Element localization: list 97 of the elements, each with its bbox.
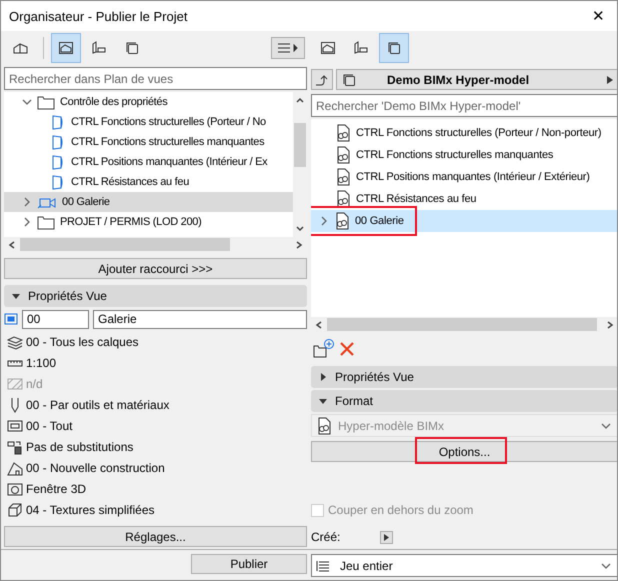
section-header[interactable]: Propriétés Vue <box>311 366 617 388</box>
section-title: Propriétés Vue <box>28 289 107 303</box>
plan-icon <box>320 40 336 56</box>
tree-item[interactable]: CTRL Fonctions structurelles (Porteur / No <box>4 112 293 132</box>
property-value[interactable]: 00 - Tout <box>26 418 72 432</box>
chevron-icon[interactable] <box>319 216 329 226</box>
item-label: Contrôle des propriétés <box>60 96 168 108</box>
scope-value: Jeu entier <box>340 558 394 572</box>
up-arrow-icon <box>315 74 329 86</box>
item-label: 00 Galerie <box>62 196 110 208</box>
sheet-icon <box>353 40 369 56</box>
checkbox-label: Couper en dehors du zoom <box>328 503 474 517</box>
override-icon <box>7 438 23 454</box>
hatch-icon <box>7 376 23 392</box>
scroll-left-icon[interactable] <box>315 320 323 328</box>
scrollbar-thumb[interactable] <box>294 122 306 166</box>
property-value[interactable]: Fenêtre 3D <box>26 482 86 496</box>
property-value[interactable]: 00 - Nouvelle construction <box>26 460 165 474</box>
section-header[interactable]: Format <box>311 390 617 412</box>
menu-button[interactable] <box>271 37 305 59</box>
tree-item[interactable]: CTRL Fonctions structurelles manquantes <box>311 144 617 166</box>
tree-item[interactable]: PROJET / PERMIS (LOD 200) <box>4 212 293 232</box>
property-value[interactable]: 1:100 <box>26 356 56 370</box>
options-button[interactable]: Options... <box>311 441 617 462</box>
section-header[interactable]: Propriétés Vue <box>4 285 307 307</box>
property-value[interactable]: 00 - Tous les calques <box>26 334 139 348</box>
tree-item[interactable]: CTRL Fonctions structurelles manquantes <box>4 132 293 152</box>
tree-item[interactable]: CTRL Résistances au feu <box>311 188 617 210</box>
add-shortcut-button[interactable]: Ajouter raccourci >>> <box>4 258 307 279</box>
scroll-right-icon[interactable] <box>295 240 303 248</box>
property-value[interactable]: Pas de substitutions <box>26 440 134 454</box>
search-field[interactable]: Rechercher dans Plan de vues <box>4 67 307 90</box>
item-label: CTRL Fonctions structurelles (Porteur / No <box>71 116 266 128</box>
triangle-icon <box>319 397 327 405</box>
publish-button[interactable]: Publier <box>191 554 307 574</box>
settings-button[interactable]: Réglages... <box>4 526 307 547</box>
item-label: PROJET / PERMIS (LOD 200) <box>60 216 202 228</box>
up-button[interactable] <box>311 69 333 90</box>
document-link-icon <box>335 146 351 164</box>
folder-icon <box>37 94 55 110</box>
scrollbar-thumb[interactable] <box>327 318 597 331</box>
property-value[interactable]: 04 - Textures simplifiées <box>26 502 154 516</box>
tree-item[interactable]: 00 Galerie <box>4 192 293 212</box>
delete-icon[interactable] <box>338 340 356 358</box>
window-title: Organisateur - Publier le Projet <box>9 8 188 24</box>
menu-icon <box>277 42 299 54</box>
camera-icon <box>7 480 23 496</box>
caret-icon <box>607 76 613 84</box>
stack-icon <box>124 40 140 56</box>
tree-item[interactable]: Contrôle des propriétés <box>4 92 293 112</box>
sheet-icon <box>91 40 107 56</box>
house-icon <box>7 460 23 476</box>
item-label: CTRL Résistances au feu <box>71 176 190 188</box>
chevron-icon[interactable] <box>22 97 32 107</box>
list-icon <box>316 560 330 572</box>
stack-icon <box>386 40 402 56</box>
document-link-icon <box>335 124 351 142</box>
document-link-icon <box>335 190 351 208</box>
cube-icon <box>7 502 23 518</box>
triangle-icon <box>12 292 20 300</box>
scope-dropdown[interactable]: Jeu entier <box>311 554 617 577</box>
section-title: Format <box>335 394 374 408</box>
toolbar-button[interactable] <box>379 33 409 63</box>
toolbar-button[interactable] <box>51 33 81 63</box>
plan-icon <box>58 40 74 56</box>
property-value[interactable]: 00 - Par outils et matériaux <box>26 398 170 412</box>
triangle-icon <box>319 373 327 381</box>
frame-icon <box>7 418 23 434</box>
id-field[interactable]: 00 <box>22 310 89 328</box>
new-folder-icon[interactable] <box>313 339 335 359</box>
scroll-left-icon[interactable] <box>8 240 16 248</box>
scrollbar-thumb[interactable] <box>20 238 230 251</box>
close-button[interactable]: ✕ <box>588 7 609 25</box>
chevron-icon[interactable] <box>601 560 611 570</box>
expand-button[interactable] <box>380 530 394 544</box>
item-label: CTRL Positions manquantes (Intérieur / Ex <box>71 156 268 168</box>
section-title: Propriétés Vue <box>335 370 414 384</box>
tree-item[interactable]: CTRL Positions manquantes (Intérieur / Ex <box>4 152 293 172</box>
document-link-icon <box>335 168 351 186</box>
created-label: Créé: <box>311 530 340 544</box>
item-label: CTRL Fonctions structurelles manquantes <box>71 136 264 148</box>
path-button[interactable]: Demo BIMx Hyper-model <box>336 69 617 90</box>
name-field[interactable]: Galerie <box>93 310 307 328</box>
tree-item[interactable]: CTRL Fonctions structurelles (Porteur / Non-porteur) <box>311 122 617 144</box>
folder-icon <box>37 214 55 230</box>
caret-icon <box>384 534 390 540</box>
scroll-up-icon[interactable] <box>296 96 304 104</box>
document-link-icon <box>334 212 350 230</box>
scroll-right-icon[interactable] <box>606 320 614 328</box>
view-id-icon <box>4 312 18 326</box>
scroll-down-icon[interactable] <box>296 225 304 233</box>
stack-icon <box>341 72 357 88</box>
layers-icon <box>7 334 23 350</box>
search-field[interactable]: Rechercher 'Demo BIMx Hyper-model' <box>311 94 617 117</box>
document-link-icon <box>316 416 332 434</box>
tree-item[interactable]: CTRL Résistances au feu <box>4 172 293 192</box>
tree-item[interactable]: CTRL Positions manquantes (Intérieur / Extérieur) <box>311 166 617 188</box>
